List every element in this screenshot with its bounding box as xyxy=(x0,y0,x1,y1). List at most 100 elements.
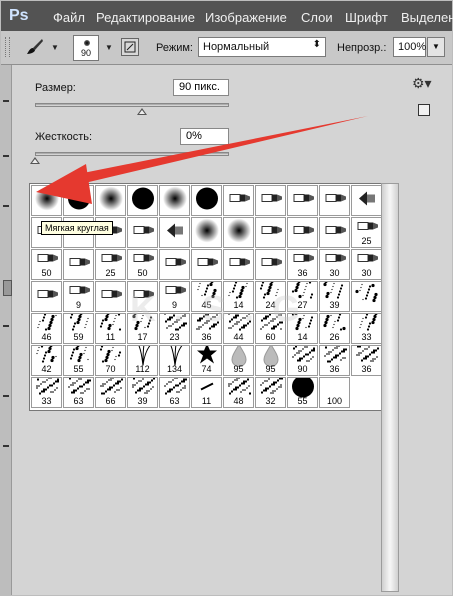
brush-preset-tile[interactable]: 63 xyxy=(159,377,190,408)
size-slider-track[interactable] xyxy=(35,103,229,107)
brush-preset-tile[interactable] xyxy=(287,217,318,248)
brush-size-label: 26 xyxy=(329,332,340,342)
brush-preset-tile[interactable] xyxy=(191,217,222,248)
brush-preset-tile[interactable]: 63 xyxy=(63,377,94,408)
brush-preset-tile[interactable] xyxy=(255,185,286,216)
brush-preset-tile[interactable] xyxy=(223,217,254,248)
brush-preset-tile[interactable] xyxy=(319,185,350,216)
brush-preset-tile[interactable]: 55 xyxy=(63,345,94,376)
brush-preset-tile[interactable] xyxy=(223,185,254,216)
brush-preset-tile[interactable] xyxy=(287,185,318,216)
brush-preset-picker[interactable]: 90 xyxy=(73,35,99,61)
brush-tip-preview xyxy=(84,40,90,46)
brush-preset-tile[interactable]: 11 xyxy=(95,313,126,344)
hardness-slider-track[interactable] xyxy=(35,152,229,156)
brush-preset-tile[interactable] xyxy=(351,281,382,312)
brush-preset-tile[interactable]: 48 xyxy=(223,377,254,408)
brush-preset-tile[interactable] xyxy=(127,217,158,248)
brush-preset-tile[interactable] xyxy=(95,281,126,312)
brush-preset-tile[interactable]: 112 xyxy=(127,345,158,376)
brush-preset-tile[interactable]: 36 xyxy=(287,249,318,280)
mode-select[interactable]: Нормальный ⬍ xyxy=(198,37,326,57)
opacity-dropdown-button[interactable]: ▼ xyxy=(427,37,445,57)
brush-preset-tile[interactable] xyxy=(223,249,254,280)
brush-preset-tile[interactable]: 134 xyxy=(159,345,190,376)
brush-preset-tile[interactable]: 26 xyxy=(319,313,350,344)
menu-type[interactable]: Шрифт xyxy=(345,10,388,25)
brush-size-label: 63 xyxy=(169,396,180,406)
size-slider-thumb[interactable] xyxy=(136,108,147,115)
brush-preset-tile[interactable]: 66 xyxy=(95,377,126,408)
menu-select[interactable]: Выделен xyxy=(401,10,453,25)
brush-preset-tile[interactable] xyxy=(159,249,190,280)
menu-image[interactable]: Изображение xyxy=(205,10,287,25)
toolbar-active-tool[interactable] xyxy=(3,280,12,296)
brush-preset-tile[interactable]: 36 xyxy=(319,345,350,376)
brush-tool-icon[interactable] xyxy=(26,38,44,56)
toolbar-strip xyxy=(1,65,12,595)
brush-preset-tile[interactable] xyxy=(159,185,190,216)
brush-preset-tile[interactable]: 50 xyxy=(127,249,158,280)
brush-preset-tile[interactable] xyxy=(191,185,222,216)
brush-size-label: 55 xyxy=(297,396,308,406)
brush-preset-tile[interactable]: 36 xyxy=(351,345,382,376)
brush-preset-tile[interactable]: 39 xyxy=(127,377,158,408)
brush-preset-tile[interactable]: 25 xyxy=(351,217,382,248)
brush-tip-shape xyxy=(225,250,253,279)
brush-preset-tile[interactable] xyxy=(319,217,350,248)
brush-preset-tile[interactable]: 30 xyxy=(319,249,350,280)
brush-preset-tile[interactable]: 25 xyxy=(95,249,126,280)
brush-preset-tile[interactable]: 30 xyxy=(351,249,382,280)
brush-preset-tile[interactable] xyxy=(63,185,94,216)
new-preset-icon[interactable] xyxy=(418,104,430,116)
brush-preset-tile[interactable] xyxy=(255,249,286,280)
gear-icon[interactable]: ⚙▾ xyxy=(412,75,432,92)
brush-preset-tile[interactable]: 9 xyxy=(63,281,94,312)
brush-preset-tile[interactable]: 33 xyxy=(31,377,62,408)
brush-preset-tile[interactable]: 42 xyxy=(31,345,62,376)
brush-panel-icon[interactable] xyxy=(121,38,139,56)
brush-preset-tile[interactable]: 46 xyxy=(31,313,62,344)
brush-preset-tile[interactable]: 39 xyxy=(319,281,350,312)
brush-preset-tile[interactable] xyxy=(159,217,190,248)
brush-preset-tile[interactable]: 50 xyxy=(31,249,62,280)
brush-preset-tile[interactable]: 74 xyxy=(191,345,222,376)
brush-preset-tile[interactable]: 70 xyxy=(95,345,126,376)
brush-size-label: 70 xyxy=(105,364,116,374)
brush-preset-tile[interactable] xyxy=(95,185,126,216)
menu-edit[interactable]: Редактирование xyxy=(96,10,195,25)
brush-preset-tile[interactable]: 32 xyxy=(255,377,286,408)
brush-preset-tile[interactable]: 55 xyxy=(287,377,318,408)
brush-tooltip: Мягкая круглая xyxy=(41,221,113,235)
brush-grid-scrollbar[interactable] xyxy=(381,183,399,592)
brush-preset-tile[interactable] xyxy=(127,185,158,216)
brush-tip-shape xyxy=(161,186,189,215)
brush-preset-tile[interactable] xyxy=(31,281,62,312)
brush-preset-tile[interactable]: 90 xyxy=(287,345,318,376)
brush-preset-tile[interactable]: 33 xyxy=(351,313,382,344)
brush-preset-tile[interactable]: 100 xyxy=(319,377,350,408)
brush-preset-tile[interactable]: 95 xyxy=(255,345,286,376)
brush-picker-chevron-icon[interactable]: ▼ xyxy=(105,43,113,52)
brush-preset-tile[interactable] xyxy=(63,249,94,280)
brush-preset-tile[interactable]: 11 xyxy=(191,377,222,408)
menu-file[interactable]: Файл xyxy=(53,10,85,25)
opacity-input[interactable]: 100% xyxy=(393,37,426,57)
brush-preset-tile[interactable] xyxy=(191,249,222,280)
toolbar-marker xyxy=(3,100,9,102)
brush-preset-tile[interactable]: 59 xyxy=(63,313,94,344)
size-input[interactable]: 90 пикс. xyxy=(173,79,229,96)
hardness-slider-thumb[interactable] xyxy=(30,157,40,164)
tool-preset-chevron-icon[interactable]: ▼ xyxy=(51,43,59,52)
options-bar: ▼ 90 ▼ Режим: Нормальный ⬍ Непрозр.: 100… xyxy=(1,31,452,65)
brush-preset-tile[interactable] xyxy=(255,217,286,248)
brush-preset-tile[interactable]: 95 xyxy=(223,345,254,376)
options-bar-grip[interactable] xyxy=(5,37,10,57)
mode-select-arrows-icon: ⬍ xyxy=(312,39,321,50)
brush-size-label: 36 xyxy=(201,332,212,342)
brush-preset-tile[interactable] xyxy=(31,185,62,216)
hardness-input[interactable]: 0% xyxy=(180,128,229,145)
brush-preset-tile[interactable] xyxy=(351,185,382,216)
menu-layers[interactable]: Слои xyxy=(301,10,333,25)
brush-size-label: 30 xyxy=(329,268,340,278)
